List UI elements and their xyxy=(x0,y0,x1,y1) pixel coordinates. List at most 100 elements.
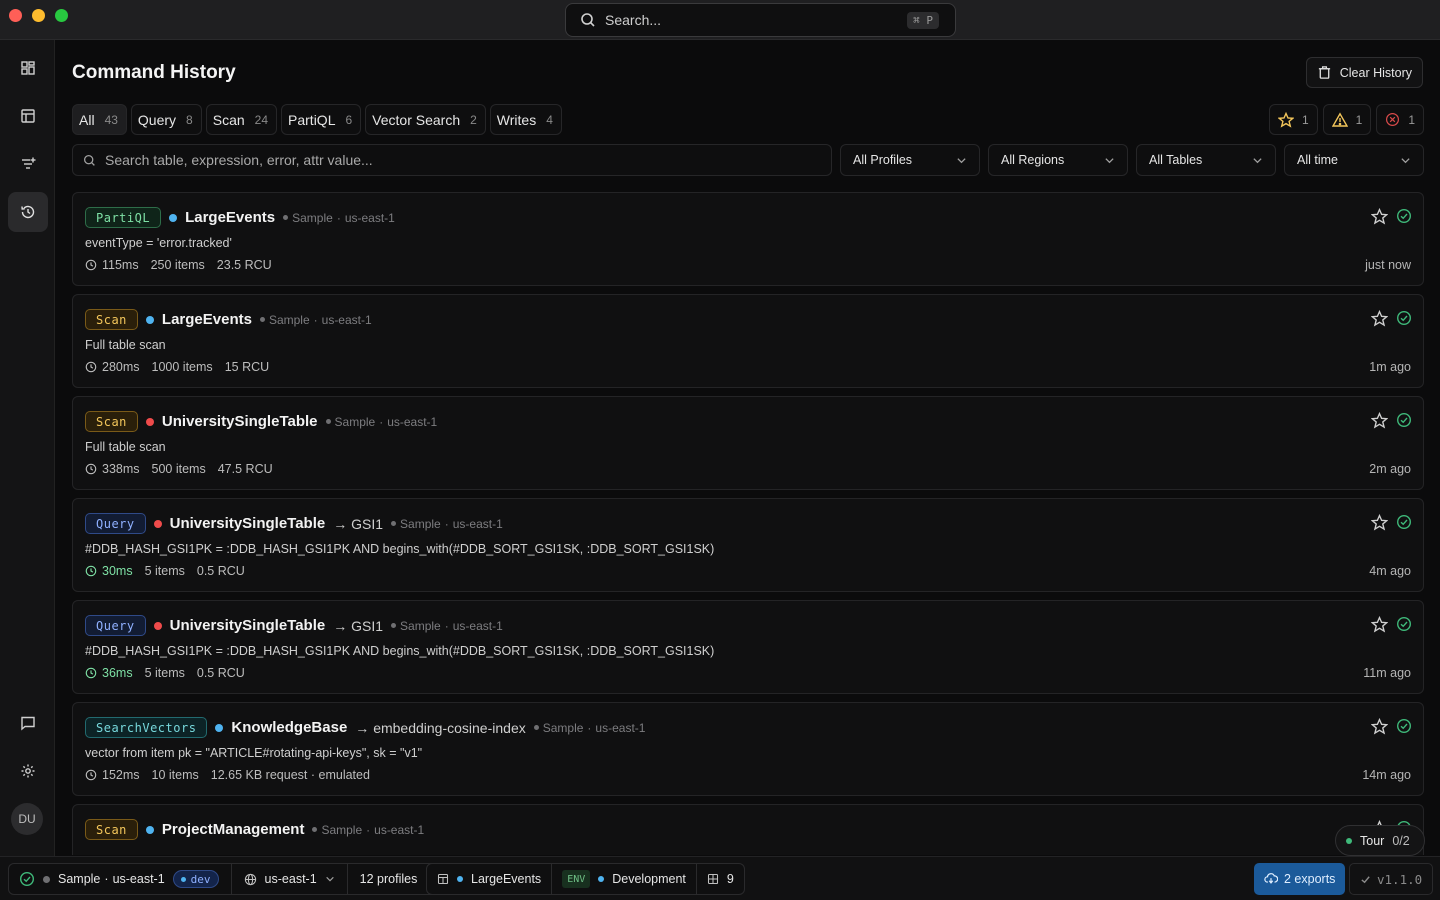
history-item[interactable]: Query UniversitySingleTable → GSI1 Sample · u… xyxy=(72,600,1424,694)
tab-label: Writes xyxy=(496,111,537,128)
separator-dot: · xyxy=(587,720,592,735)
table-name[interactable]: UniversitySingleTable xyxy=(170,617,326,634)
history-search[interactable] xyxy=(72,144,832,176)
star-button[interactable] xyxy=(1370,309,1389,330)
table-name[interactable]: KnowledgeBase xyxy=(231,719,347,736)
clear-history-button[interactable]: Clear History xyxy=(1305,57,1423,88)
star-button[interactable] xyxy=(1370,615,1389,636)
starred-filter-button[interactable]: 1 xyxy=(1268,104,1318,135)
separator-dot: · xyxy=(104,872,109,886)
table-name[interactable]: UniversitySingleTable xyxy=(162,413,318,430)
star-button[interactable] xyxy=(1370,717,1389,738)
nav-history[interactable] xyxy=(8,192,48,232)
filter-add-icon xyxy=(22,157,36,169)
warnings-filter-button[interactable]: 1 xyxy=(1322,104,1372,135)
table-name[interactable]: UniversitySingleTable xyxy=(170,515,326,532)
items-count: 500 items xyxy=(151,462,206,476)
divider xyxy=(230,863,232,895)
select-value: All time xyxy=(1297,153,1338,167)
region-label: us-east-1 xyxy=(374,822,425,837)
history-item-header: Scan ProjectManagement Sample · us-east-1 xyxy=(85,819,424,840)
tables-count: 9 xyxy=(726,872,734,886)
history-item[interactable]: PartiQL LargeEvents Sample · us-east-1 eventT… xyxy=(72,192,1424,286)
errors-filter-button[interactable]: 1 xyxy=(1376,104,1424,135)
profile-label: Sample xyxy=(292,210,333,225)
history-item[interactable]: Scan ProjectManagement Sample · us-east-1 xyxy=(72,804,1424,855)
filter-bar: All Profiles All Regions All Tables All … xyxy=(72,144,1424,176)
tab-vector-search[interactable]: Vector Search 2 xyxy=(365,104,486,135)
table-context[interactable]: LargeEvents ENV Development 9 xyxy=(426,863,745,895)
history-search-input[interactable] xyxy=(105,152,805,168)
star-button[interactable] xyxy=(1370,411,1389,432)
maximize-window-button[interactable] xyxy=(55,9,68,22)
star-button[interactable] xyxy=(1370,207,1389,228)
environment-dot xyxy=(598,876,605,882)
history-item-stats: 280ms 1000 items 15 RCU xyxy=(85,360,269,374)
history-item[interactable]: Scan UniversitySingleTable Sample · us-east-… xyxy=(72,396,1424,490)
chevron-down-icon xyxy=(1401,157,1410,163)
separator-dot: · xyxy=(444,516,449,531)
nav-filters[interactable] xyxy=(8,144,48,184)
minimize-window-button[interactable] xyxy=(32,9,45,22)
connection-status[interactable]: Sample · us-east-1 dev us-east-1 12 profi… xyxy=(8,863,447,895)
duration-value: 338ms xyxy=(102,462,140,476)
avatar[interactable]: DU xyxy=(11,803,43,835)
cost-value: 23.5 RCU xyxy=(216,258,272,272)
success-check-icon xyxy=(1396,412,1412,428)
main-content: Command History Clear History All 43 Quer… xyxy=(56,40,1440,856)
exports-button[interactable]: 2 exports xyxy=(1254,863,1346,895)
table-name[interactable]: ProjectManagement xyxy=(162,821,305,838)
chevron-down-icon xyxy=(1105,157,1114,163)
expression: #DDB_HASH_GSI1PK = :DDB_HASH_GSI1PK AND … xyxy=(85,542,715,556)
history-item-stats: 36ms 5 items 0.5 RCU xyxy=(85,666,245,680)
version-badge[interactable]: v1.1.0 xyxy=(1349,863,1434,895)
tab-all[interactable]: All 43 xyxy=(72,104,127,135)
profile-dot xyxy=(259,317,265,322)
environment-name: Development xyxy=(612,872,686,886)
tab-count: 43 xyxy=(104,112,118,127)
starred-count: 1 xyxy=(1301,112,1309,127)
global-search[interactable]: Search... ⌘ P xyxy=(565,3,956,37)
tab-writes[interactable]: Writes 4 xyxy=(489,104,562,135)
profile-dot xyxy=(283,215,289,220)
table-name[interactable]: LargeEvents xyxy=(162,311,252,328)
history-item-header: Scan LargeEvents Sample · us-east-1 xyxy=(85,309,372,330)
table-name[interactable]: LargeEvents xyxy=(185,209,275,226)
table-color-dot xyxy=(215,723,224,732)
operation-badge: PartiQL xyxy=(85,207,162,228)
table-color-dot xyxy=(153,621,162,630)
dashboard-icon xyxy=(21,61,35,75)
tab-label: All xyxy=(79,111,95,128)
select-value: All Regions xyxy=(1001,153,1065,167)
tables-select[interactable]: All Tables xyxy=(1136,144,1276,176)
history-item[interactable]: Scan LargeEvents Sample · us-east-1 Full tabl… xyxy=(72,294,1424,388)
table-color-dot xyxy=(153,519,162,528)
cost-value: 0.5 RCU xyxy=(196,564,245,578)
version-label: v1.1.0 xyxy=(1377,871,1423,887)
duration: 338ms xyxy=(85,462,140,476)
tab-scan[interactable]: Scan 24 xyxy=(205,104,278,135)
profiles-count[interactable]: 12 profiles xyxy=(360,872,418,886)
time-select[interactable]: All time xyxy=(1284,144,1424,176)
regions-select[interactable]: All Regions xyxy=(988,144,1128,176)
tour-button[interactable]: Tour 0/2 xyxy=(1335,825,1425,856)
expression: #DDB_HASH_GSI1PK = :DDB_HASH_GSI1PK AND … xyxy=(85,644,715,658)
history-item[interactable]: SearchVectors KnowledgeBase → embedding-co… xyxy=(72,702,1424,796)
nav-dashboard[interactable] xyxy=(8,48,48,88)
tab-partiql[interactable]: PartiQL 6 xyxy=(281,104,362,135)
divider xyxy=(695,863,697,895)
region-select[interactable]: us-east-1 xyxy=(265,872,317,886)
history-item[interactable]: Query UniversitySingleTable → GSI1 Sample · u… xyxy=(72,498,1424,592)
nav-feedback[interactable] xyxy=(8,703,48,743)
history-list: PartiQL LargeEvents Sample · us-east-1 eventT… xyxy=(72,192,1424,855)
profile-region: us-east-1 xyxy=(112,872,165,886)
history-item-header: Query UniversitySingleTable → GSI1 Sample · u… xyxy=(85,615,503,636)
profiles-select[interactable]: All Profiles xyxy=(840,144,980,176)
tab-query[interactable]: Query 8 xyxy=(130,104,202,135)
close-window-button[interactable] xyxy=(9,9,22,22)
nav-tables[interactable] xyxy=(8,96,48,136)
capacity-cost: 15 RCU xyxy=(225,360,269,374)
star-button[interactable] xyxy=(1370,513,1389,534)
nav-settings[interactable] xyxy=(8,751,48,791)
sidebar-rail: DU xyxy=(0,40,55,856)
